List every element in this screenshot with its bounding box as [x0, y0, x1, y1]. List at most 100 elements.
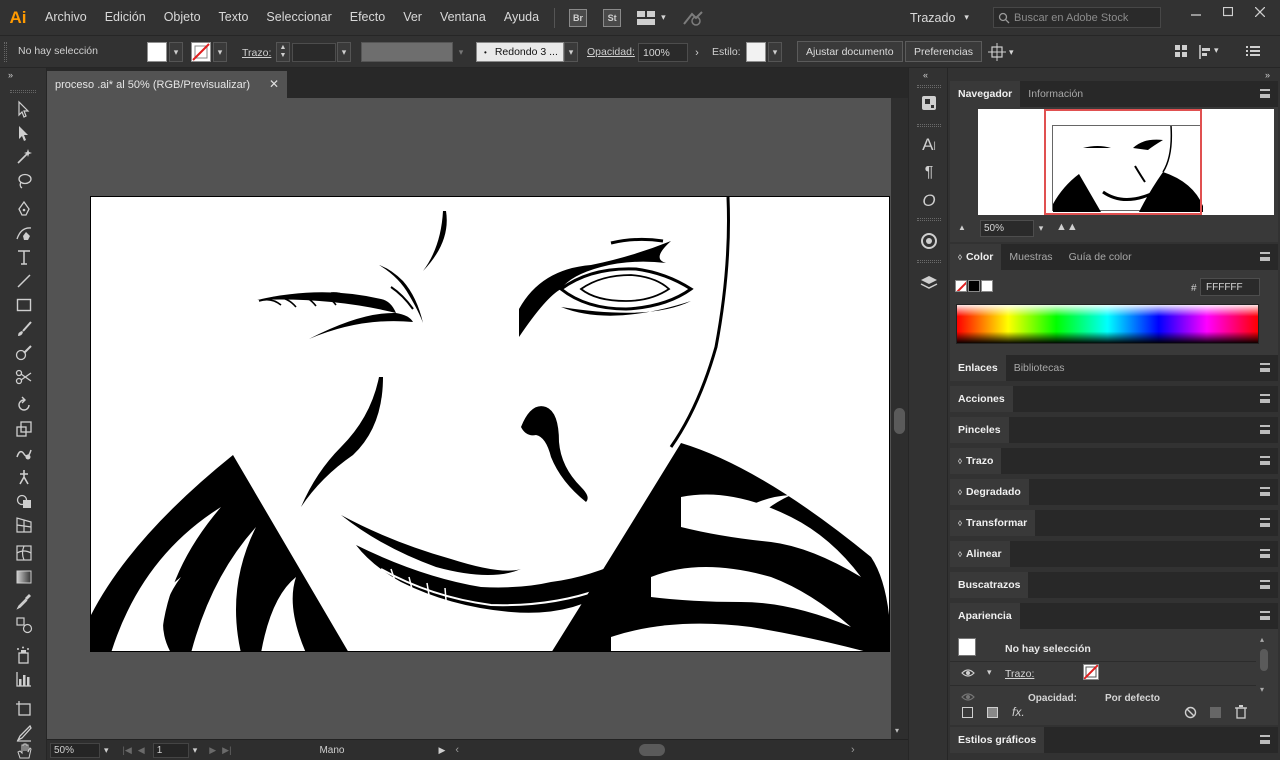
stock-button[interactable]: St	[603, 8, 622, 27]
stroke-weight-field[interactable]	[292, 43, 336, 62]
brush-definition[interactable]: • Redondo 3 ...	[476, 42, 564, 62]
panel-menu-icon[interactable]	[1260, 518, 1270, 527]
gradient-tool-icon[interactable]	[12, 566, 36, 588]
eyedropper-tool-icon[interactable]	[12, 590, 36, 612]
delete-item-icon[interactable]	[1235, 705, 1247, 722]
add-new-fill-icon[interactable]	[987, 707, 998, 718]
tab-guia-color[interactable]: Guía de color	[1061, 244, 1140, 270]
canvas-area[interactable]	[47, 98, 891, 739]
menu-texto[interactable]: Texto	[210, 0, 258, 35]
appearance-stroke-label[interactable]: Trazo:	[1005, 668, 1034, 680]
horizontal-scroll-thumb[interactable]	[639, 744, 666, 756]
paragraph-panel-icon[interactable]: ¶	[918, 162, 940, 184]
artboard-number-field[interactable]: 1	[152, 742, 189, 758]
panel-menu-icon[interactable]	[1260, 89, 1270, 98]
preferences-button[interactable]: Preferencias	[905, 41, 982, 62]
character-panel-icon[interactable]: A |	[918, 134, 940, 156]
panel-menu-icon[interactable]	[1260, 363, 1270, 372]
vertical-scroll-thumb[interactable]	[894, 408, 905, 434]
menu-objeto[interactable]: Objeto	[155, 0, 210, 35]
color-spectrum[interactable]	[956, 304, 1259, 344]
white-color-swatch[interactable]	[981, 280, 993, 292]
pen-tool-icon[interactable]	[12, 198, 36, 220]
previous-artboard-icon[interactable]: ◀	[138, 745, 145, 756]
rectangle-tool-icon[interactable]	[12, 294, 36, 316]
fill-swatch[interactable]	[147, 42, 167, 62]
tab-apariencia[interactable]: Apariencia	[950, 603, 1020, 629]
hex-input[interactable]: FFFFFF	[1200, 278, 1260, 296]
last-artboard-icon[interactable]: ▶|	[222, 745, 231, 756]
control-panel-menu-icon[interactable]	[1246, 45, 1260, 60]
stroke-label[interactable]: Trazo:	[242, 47, 271, 59]
collapsed-panel-tab[interactable]: ◊ Degradado	[950, 479, 1029, 505]
transform-options-icon[interactable]: ▾	[988, 43, 1014, 61]
opacity-field[interactable]: 100%	[638, 43, 688, 62]
scroll-left-arrow-icon[interactable]: ‹	[455, 744, 459, 756]
perspective-grid-tool-icon[interactable]	[12, 514, 36, 536]
none-color-swatch[interactable]	[955, 280, 967, 292]
stroke-weight-dropdown[interactable]: ▾	[337, 42, 351, 62]
adjust-document-button[interactable]: Ajustar documento	[797, 41, 903, 62]
mesh-tool-icon[interactable]	[12, 542, 36, 564]
collapsed-panel-tab[interactable]: Buscatrazos	[950, 572, 1029, 598]
direct-selection-tool-icon[interactable]	[12, 122, 36, 144]
panel-menu-icon[interactable]	[1260, 252, 1270, 261]
stroke-weight-stepper[interactable]: ▲ ▼	[276, 42, 290, 62]
tools-collapse-icon[interactable]: »	[8, 70, 13, 80]
rotate-tool-icon[interactable]	[12, 394, 36, 416]
collapsed-panel-tab[interactable]: Acciones	[950, 386, 1013, 412]
appearance-stroke-swatch[interactable]	[1083, 664, 1099, 680]
scissors-tool-icon[interactable]	[12, 366, 36, 388]
expand-panels-icon[interactable]: «	[923, 70, 928, 80]
warp-tool-icon[interactable]	[12, 442, 36, 464]
panel-menu-icon[interactable]	[1260, 456, 1270, 465]
curvature-tool-icon[interactable]	[12, 222, 36, 244]
navigator-preview[interactable]	[978, 109, 1274, 215]
visibility-eye-icon[interactable]	[961, 692, 975, 705]
visibility-eye-icon[interactable]	[961, 668, 975, 681]
navigator-view-box[interactable]	[1044, 109, 1202, 215]
type-tool-icon[interactable]	[12, 246, 36, 268]
puppet-warp-tool-icon[interactable]	[12, 466, 36, 488]
maximize-button[interactable]	[1212, 0, 1244, 24]
zoom-in-mountain-icon[interactable]: ▲▲	[1056, 221, 1078, 233]
zoom-field[interactable]: 50%	[50, 742, 100, 758]
arrange-documents-icon[interactable]: ▾	[637, 10, 666, 25]
graphic-style-swatch[interactable]	[746, 42, 766, 62]
tab-navegador[interactable]: Navegador	[950, 81, 1021, 107]
clear-appearance-icon[interactable]	[1184, 706, 1197, 722]
align-icon[interactable]	[1175, 45, 1189, 62]
menu-ver[interactable]: Ver	[394, 0, 431, 35]
workspace-switcher[interactable]: Trazado ▾	[910, 0, 969, 35]
selection-tool-icon[interactable]	[12, 98, 36, 120]
tab-enlaces[interactable]: Enlaces	[950, 355, 1006, 381]
column-graph-tool-icon[interactable]	[12, 668, 36, 690]
panel-menu-icon[interactable]	[1260, 580, 1270, 589]
scale-tool-icon[interactable]	[12, 418, 36, 440]
collapse-panels-icon[interactable]: »	[1265, 70, 1270, 80]
hand-tool-icon[interactable]	[12, 742, 36, 760]
scroll-right-arrow-icon[interactable]: ›	[851, 744, 855, 756]
menu-ayuda[interactable]: Ayuda	[495, 0, 548, 35]
symbol-sprayer-tool-icon[interactable]	[12, 644, 36, 666]
collapsed-panel-tab[interactable]: Pinceles	[950, 417, 1009, 443]
panel-menu-icon[interactable]	[1260, 425, 1270, 434]
minimize-button[interactable]	[1180, 0, 1212, 24]
duplicate-item-icon[interactable]	[1210, 707, 1221, 718]
shape-builder-tool-icon[interactable]	[12, 490, 36, 512]
tab-color[interactable]: ◊ Color	[950, 244, 1002, 270]
black-color-swatch[interactable]	[968, 280, 980, 292]
document-tab[interactable]: proceso .ai* al 50% (RGB/Previsualizar) …	[47, 71, 287, 98]
paintbrush-tool-icon[interactable]	[12, 318, 36, 340]
stroke-swatch[interactable]	[191, 42, 211, 62]
artboard[interactable]	[90, 196, 890, 652]
stock-search-box[interactable]	[993, 7, 1161, 28]
magic-wand-tool-icon[interactable]	[12, 146, 36, 168]
tab-estilos-graficos[interactable]: Estilos gráficos	[950, 727, 1045, 753]
brush-dropdown[interactable]: ▾	[564, 42, 578, 62]
tab-muestras[interactable]: Muestras	[1001, 244, 1060, 270]
lasso-tool-icon[interactable]	[12, 170, 36, 192]
stroke-dropdown[interactable]: ▾	[213, 42, 227, 62]
menu-seleccionar[interactable]: Seleccionar	[257, 0, 340, 35]
tab-informacion[interactable]: Información	[1020, 81, 1091, 107]
